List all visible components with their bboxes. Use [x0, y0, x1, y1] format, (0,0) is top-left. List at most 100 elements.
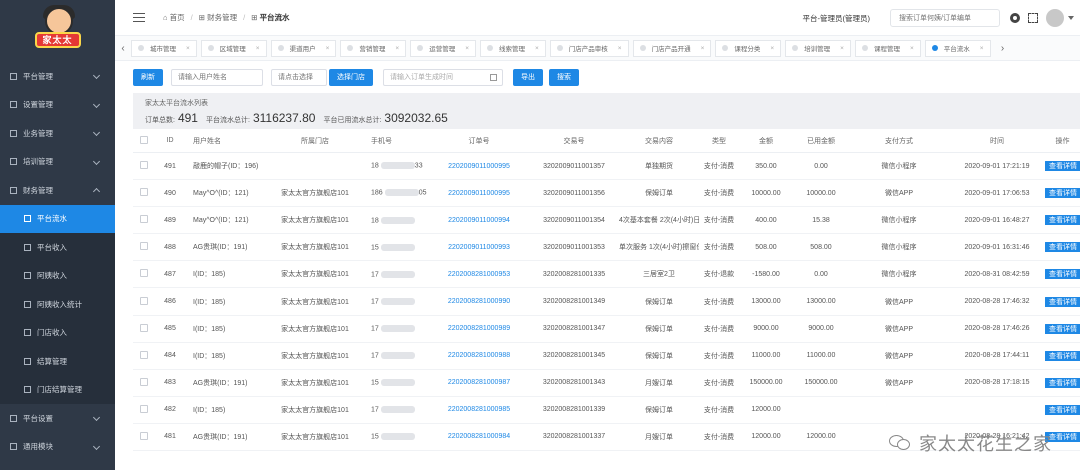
close-icon[interactable]: ×	[256, 45, 260, 52]
fullscreen-icon[interactable]	[1028, 13, 1038, 23]
cell-order-link[interactable]: 2202008281000953	[429, 271, 529, 278]
sidebar-subitem-store-income[interactable]: 门店收入	[0, 319, 115, 348]
view-detail-button[interactable]: 查看详情	[1045, 188, 1080, 199]
view-detail-button[interactable]: 查看详情	[1045, 242, 1080, 253]
sidebar-item-platform-settings[interactable]: 平台设置	[0, 404, 115, 433]
row-checkbox[interactable]	[140, 350, 148, 359]
cell-order-link[interactable]: 2202008281000989	[429, 325, 529, 332]
cell-order-link[interactable]: 2202009011000995	[429, 163, 529, 170]
row-checkbox[interactable]	[140, 404, 148, 413]
select-store-button[interactable]: 选择门店	[329, 68, 373, 86]
refresh-button[interactable]: 刷新	[133, 68, 163, 86]
row-checkbox[interactable]	[140, 323, 148, 332]
sidebar-item-finance-management[interactable]: 财务管理	[0, 176, 115, 205]
tab-city-management[interactable]: 城市管理 ×	[131, 39, 197, 57]
cell-order-link[interactable]: 2202009011000995	[429, 190, 529, 197]
tab-store-product-open[interactable]: 门店产品开通 ×	[632, 39, 712, 57]
cell-order-link[interactable]: 2202008281000984	[429, 433, 529, 440]
close-icon[interactable]: ×	[840, 45, 844, 52]
sidebar-subitem-nanny-income-stats[interactable]: 阿姨收入统计	[0, 290, 115, 319]
table-row[interactable]: 486 I(ID：185) 家太太官方旗舰店101 17 220200828100099…	[133, 288, 1080, 316]
view-detail-button[interactable]: 查看详情	[1045, 215, 1080, 226]
global-search-input[interactable]	[890, 9, 1000, 27]
menu-icon[interactable]	[133, 13, 145, 22]
tab-region-management[interactable]: 区域管理 ×	[200, 39, 267, 57]
view-detail-button[interactable]: 查看详情	[1045, 296, 1080, 307]
row-checkbox[interactable]	[140, 431, 148, 440]
sidebar-subitem-settlement[interactable]: 结算管理	[0, 347, 115, 376]
sidebar-subitem-platform-income[interactable]: 平台收入	[0, 233, 115, 262]
row-checkbox[interactable]	[140, 269, 148, 278]
chevron-down-icon[interactable]	[1068, 16, 1074, 20]
select-all-checkbox[interactable]	[140, 135, 148, 144]
sidebar-subitem-store-settlement[interactable]: 门店结算管理	[0, 376, 115, 405]
cell-order-link[interactable]: 2202009011000994	[429, 217, 529, 224]
close-icon[interactable]: ×	[701, 45, 705, 52]
close-icon[interactable]: ×	[980, 45, 984, 52]
close-icon[interactable]: ×	[770, 45, 774, 52]
brand-logo[interactable]: 家太太	[33, 5, 83, 57]
row-checkbox[interactable]	[140, 377, 148, 386]
view-detail-button[interactable]: 查看详情	[1045, 323, 1080, 334]
cell-order-link[interactable]: 2202008281000988	[429, 352, 529, 359]
view-detail-button[interactable]: 查看详情	[1045, 404, 1080, 415]
view-detail-button[interactable]: 查看详情	[1045, 377, 1080, 388]
order-date-input[interactable]: 请输入订单生成时间	[383, 68, 503, 86]
table-row[interactable]: 491 敲鹿的帽子(ID：196) 18 33 2202009011000995 3202…	[133, 153, 1080, 181]
close-icon[interactable]: ×	[395, 45, 399, 52]
sidebar-item-business-management[interactable]: 业务管理	[0, 119, 115, 148]
tab-course-category[interactable]: 课程分类 ×	[715, 39, 782, 57]
tabs-scroll-right-icon[interactable]: ›	[995, 43, 1011, 54]
view-detail-button[interactable]: 查看详情	[1045, 161, 1080, 172]
tab-channel-users[interactable]: 渠道用户 ×	[270, 39, 337, 57]
avatar-icon[interactable]	[1046, 9, 1064, 27]
breadcrumb-home[interactable]: 首页	[170, 12, 185, 23]
tab-platform-flow[interactable]: 平台流水 ×	[924, 39, 991, 57]
settings-gear-icon[interactable]	[1010, 13, 1020, 23]
sidebar-subitem-nanny-income[interactable]: 阿姨收入	[0, 262, 115, 291]
cell-type: 支付-消费	[703, 244, 735, 252]
table-row[interactable]: 484 I(ID：185) 家太太官方旗舰店101 17 220200828100098…	[133, 343, 1080, 370]
table-row[interactable]: 490 May^O^(ID：121) 家太太官方旗舰店101 186 05 2202009…	[133, 180, 1080, 208]
close-icon[interactable]: ×	[465, 45, 469, 52]
row-checkbox[interactable]	[140, 242, 148, 251]
table-row[interactable]: 483 AG贵琪(ID：191) 家太太官方旗舰店101 15 220200828100…	[133, 370, 1080, 397]
tab-marketing[interactable]: 营销管理 ×	[340, 39, 407, 57]
tab-operations[interactable]: 运营管理 ×	[410, 39, 476, 57]
table-row[interactable]: 488 AG贵琪(ID：191) 家太太官方旗舰店101 15 220200901100…	[133, 234, 1080, 262]
store-select-input[interactable]	[271, 68, 327, 86]
cell-order-link[interactable]: 2202008281000985	[429, 406, 529, 413]
row-checkbox[interactable]	[140, 161, 148, 170]
tab-store-product-review[interactable]: 门店产品审核 ×	[549, 39, 629, 57]
export-button[interactable]: 导出	[513, 68, 543, 86]
tabs-scroll-left-icon[interactable]: ‹	[115, 43, 131, 54]
tab-course-management[interactable]: 课程管理 ×	[854, 39, 921, 57]
tab-training[interactable]: 培训管理 ×	[785, 39, 851, 57]
table-row[interactable]: 485 I(ID：185) 家太太官方旗舰店101 17 220200828100098…	[133, 316, 1080, 343]
cell-order-link[interactable]: 2202008281000990	[429, 298, 529, 305]
close-icon[interactable]: ×	[186, 45, 190, 52]
view-detail-button[interactable]: 查看详情	[1045, 269, 1080, 280]
sidebar-item-platform-management[interactable]: 平台管理	[0, 62, 115, 91]
cell-order-link[interactable]: 2202008281000987	[429, 379, 529, 386]
search-button[interactable]: 搜索	[549, 68, 579, 86]
user-name-input[interactable]	[171, 68, 263, 86]
sidebar-subitem-platform-flow[interactable]: 平台流水	[0, 204, 115, 233]
close-icon[interactable]: ×	[326, 45, 330, 52]
table-row[interactable]: 482 I(ID：185) 家太太官方旗舰店101 17 220200828100098…	[133, 397, 1080, 424]
sidebar-item-settings-management[interactable]: 设置管理	[0, 91, 115, 120]
close-icon[interactable]: ×	[910, 45, 914, 52]
view-detail-button[interactable]: 查看详情	[1045, 350, 1080, 361]
table-row[interactable]: 489 May^O^(ID：121) 家太太官方旗舰店101 18 2202009011…	[133, 207, 1080, 235]
row-checkbox[interactable]	[140, 188, 148, 197]
row-checkbox[interactable]	[140, 296, 148, 305]
close-icon[interactable]: ×	[618, 45, 622, 52]
sidebar-item-common-modules[interactable]: 通用模块	[0, 433, 115, 462]
cell-order-link[interactable]: 2202009011000993	[429, 244, 529, 251]
sidebar-item-training-management[interactable]: 培训管理	[0, 148, 115, 177]
table-row[interactable]: 487 I(ID：185) 家太太官方旗舰店101 17 220200828100095…	[133, 261, 1080, 289]
tab-leads[interactable]: 线索管理 ×	[479, 39, 546, 57]
breadcrumb-section[interactable]: 财务管理	[207, 12, 237, 23]
row-checkbox[interactable]	[140, 215, 148, 224]
close-icon[interactable]: ×	[535, 45, 539, 52]
